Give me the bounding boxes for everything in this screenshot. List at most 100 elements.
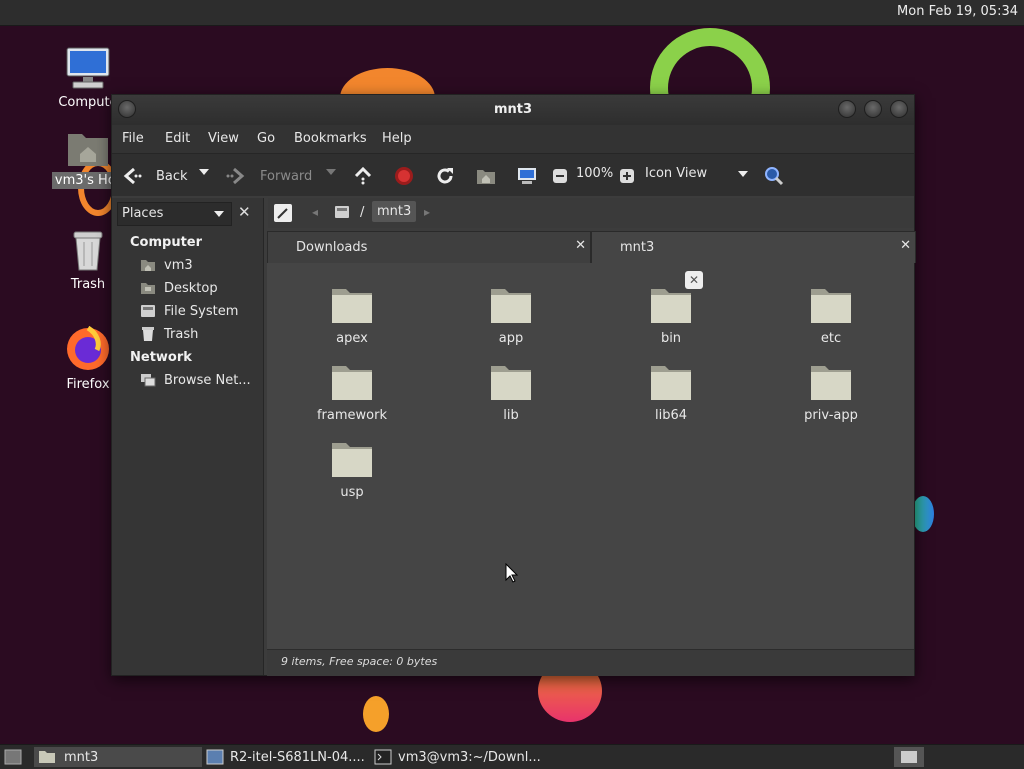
top-panel: Mon Feb 19, 05:34	[0, 0, 1024, 26]
sidebar-item-file-system[interactable]: File System	[140, 301, 238, 321]
wallpaper-blob-yellow	[363, 696, 389, 732]
sidebar-item-label: File System	[164, 303, 239, 319]
back-arrow-icon	[122, 166, 142, 186]
back-button[interactable]: Back	[122, 166, 188, 186]
zoom-in-button[interactable]	[617, 166, 637, 186]
show-desktop-button[interactable]	[4, 747, 22, 767]
workspace-switcher[interactable]	[894, 747, 924, 767]
show-desktop-icon	[4, 749, 22, 765]
computer-button[interactable]	[517, 166, 537, 186]
menu-file[interactable]: File	[122, 131, 144, 146]
folder-icon	[491, 366, 531, 400]
tab-mnt3[interactable]: mnt3 ✕	[591, 231, 916, 263]
tab-bar: Downloads ✕ mnt3 ✕	[267, 231, 916, 264]
app-window-icon	[206, 749, 224, 765]
tab-downloads[interactable]: Downloads ✕	[267, 231, 591, 264]
sidebar-item-label: Browse Net...	[164, 372, 251, 388]
sidebar-item-vm3[interactable]: vm3	[140, 255, 193, 275]
reload-icon	[437, 168, 453, 184]
toolbar: Back Forward 100% Icon View	[112, 153, 914, 196]
search-button[interactable]	[764, 166, 784, 186]
menu-view[interactable]: View	[208, 131, 239, 146]
folder-item[interactable]: priv-app	[776, 362, 886, 423]
taskbar-item-label: R2-itel-S681LN-04....	[230, 749, 365, 765]
folder-icon	[39, 751, 55, 763]
chevron-down-icon	[214, 211, 224, 217]
folder-label: etc	[820, 331, 842, 346]
taskbar-item-mnt3[interactable]: mnt3	[34, 747, 202, 767]
folder-icon	[651, 289, 691, 323]
forward-history-dropdown[interactable]	[325, 168, 337, 176]
chevron-down-icon	[738, 170, 749, 177]
title-bar[interactable]: mnt3	[112, 95, 914, 125]
zoom-out-button[interactable]	[550, 166, 570, 186]
folder-item[interactable]: lib	[456, 362, 566, 423]
stop-icon	[395, 167, 413, 185]
computer-icon	[518, 168, 536, 184]
folder-item[interactable]: framework	[297, 362, 407, 423]
drive-icon	[140, 303, 156, 319]
path-current-button[interactable]: mnt3	[372, 201, 417, 222]
sidebar-item-browse-network[interactable]: Browse Net...	[140, 370, 251, 390]
home-button[interactable]	[476, 166, 496, 186]
menu-help[interactable]: Help	[382, 131, 412, 146]
sidebar-section-computer: Computer	[130, 235, 203, 250]
view-mode-label: Icon View	[645, 166, 708, 181]
unreadable-emblem-icon: ✕	[685, 271, 703, 289]
menu-bar: File Edit View Go Bookmarks Help	[112, 125, 914, 153]
minimize-button[interactable]	[838, 100, 856, 118]
edit-location-button[interactable]	[274, 204, 292, 222]
network-icon	[140, 372, 156, 388]
chevron-down-icon	[326, 169, 336, 175]
home-folder-icon	[66, 128, 110, 168]
path-scroll-left[interactable]: ◂	[312, 205, 318, 219]
folder-icon	[332, 366, 372, 400]
clock[interactable]: Mon Feb 19, 05:34	[897, 4, 1018, 19]
zoom-in-icon	[620, 169, 634, 183]
folder-icon	[811, 366, 851, 400]
folder-label: lib	[503, 408, 519, 423]
terminal-icon	[374, 749, 392, 765]
menu-bookmarks[interactable]: Bookmarks	[294, 131, 367, 146]
tab-close-button[interactable]: ✕	[900, 238, 911, 253]
places-select[interactable]: Places	[117, 202, 232, 226]
menu-go[interactable]: Go	[257, 131, 275, 146]
forward-label: Forward	[260, 168, 313, 184]
taskbar-item-phone[interactable]: R2-itel-S681LN-04....	[206, 747, 365, 767]
trash-icon	[70, 228, 106, 272]
back-history-dropdown[interactable]	[198, 168, 210, 176]
folder-icon	[332, 289, 372, 323]
status-text: 9 items, Free space: 0 bytes	[281, 655, 438, 668]
firefox-icon	[65, 325, 111, 372]
taskbar-item-terminal[interactable]: vm3@vm3:~/Downl...	[374, 747, 541, 767]
maximize-button[interactable]	[864, 100, 882, 118]
folder-item[interactable]: etc	[776, 285, 886, 346]
tab-close-button[interactable]: ✕	[575, 238, 586, 253]
folder-item[interactable]: app	[456, 285, 566, 346]
folder-label: apex	[336, 331, 368, 346]
close-sidebar-button[interactable]: ✕	[238, 203, 251, 221]
zoom-level: 100%	[576, 166, 614, 181]
sidebar-item-label: Desktop	[164, 280, 218, 296]
sidebar-item-trash[interactable]: Trash	[140, 324, 198, 344]
folder-item[interactable]: apex	[297, 285, 407, 346]
forward-button[interactable]: Forward	[226, 166, 312, 186]
path-scroll-right[interactable]: ▸	[424, 205, 430, 219]
sidebar-section-network: Network	[130, 350, 192, 365]
folder-item[interactable]: usp	[297, 439, 407, 500]
stop-button[interactable]	[394, 166, 414, 186]
status-bar: 9 items, Free space: 0 bytes	[267, 649, 914, 676]
path-root-button[interactable]	[334, 204, 352, 220]
sidebar: Places ✕ Computer vm3 Desktop File Syste…	[112, 198, 264, 675]
folder-item[interactable]: bin ✕	[616, 271, 726, 346]
view-mode-select[interactable]: Icon View	[645, 166, 749, 181]
path-separator: /	[360, 205, 365, 220]
menu-edit[interactable]: Edit	[165, 131, 190, 146]
up-button[interactable]	[353, 166, 373, 186]
reload-button[interactable]	[435, 166, 455, 186]
sidebar-item-desktop[interactable]: Desktop	[140, 278, 218, 298]
close-button[interactable]	[890, 100, 908, 118]
folder-item[interactable]: lib64	[616, 362, 726, 423]
folder-label: priv-app	[804, 408, 858, 423]
file-icon-view[interactable]: apex app bin ✕ etc framework lib lib64 p…	[267, 263, 914, 649]
